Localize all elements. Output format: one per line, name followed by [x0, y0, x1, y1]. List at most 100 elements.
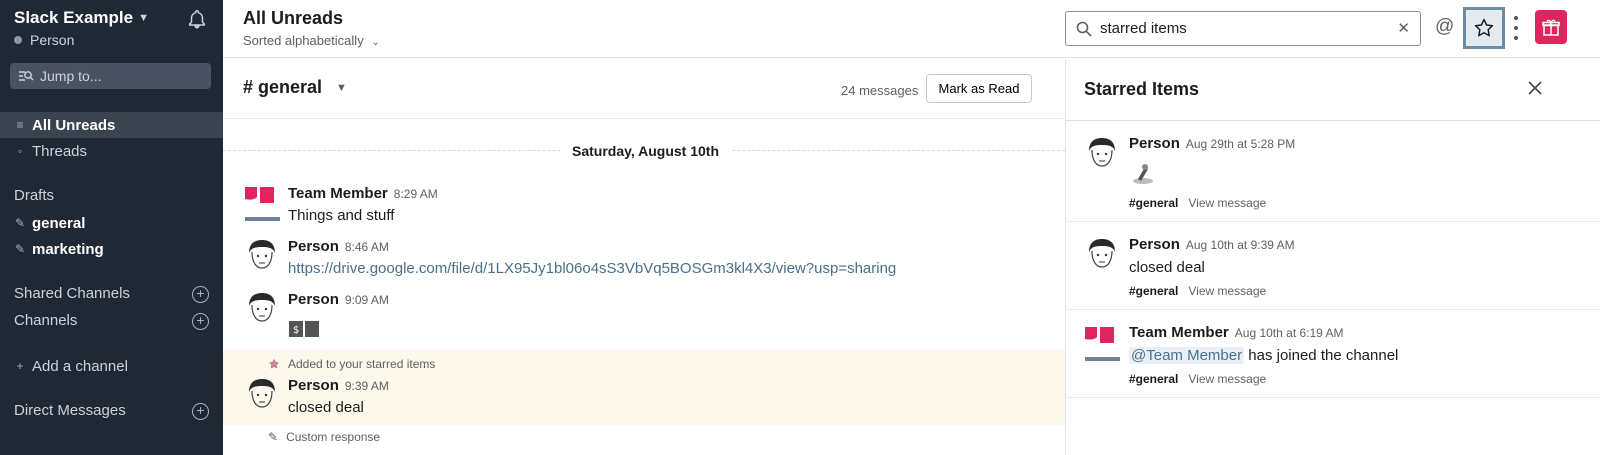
workspace-user[interactable]: Person — [14, 32, 74, 48]
view-message-link[interactable]: View message — [1188, 284, 1266, 298]
starred-meta: #general View message — [1129, 196, 1266, 210]
author-name: Person — [288, 377, 339, 394]
direct-messages-heading[interactable]: Direct Messages — [14, 402, 126, 419]
team-member-avatar — [1085, 327, 1120, 361]
starred-time[interactable]: Aug 29th at 5:28 PM — [1186, 137, 1295, 151]
sidebar-item-all-unreads[interactable]: ≡ All Unreads — [0, 112, 223, 138]
starred-pane-title: Starred Items — [1084, 79, 1200, 99]
close-icon[interactable] — [1524, 77, 1546, 99]
starred-time[interactable]: Aug 10th at 9:39 AM — [1186, 238, 1295, 252]
add-shared-channel-icon[interactable]: + — [192, 286, 209, 303]
gift-icon[interactable] — [1535, 10, 1567, 44]
microscope-emoji-icon — [1133, 164, 1153, 184]
more-options-icon[interactable] — [1513, 16, 1519, 40]
add-dm-icon[interactable]: + — [192, 403, 209, 420]
clear-search-icon[interactable]: ✕ — [1397, 19, 1410, 37]
view-message-link[interactable]: View message — [1188, 372, 1266, 386]
workspace-user-label: Person — [30, 32, 75, 48]
message-author[interactable]: Team Member 8:29 AM — [288, 185, 438, 202]
pencil-icon: ✎ — [14, 242, 26, 256]
add-channel-button[interactable]: + Add a channel — [0, 353, 223, 379]
mark-as-read-button[interactable]: Mark as Read — [926, 74, 1032, 103]
channel-name: # general — [243, 77, 323, 97]
starred-items-button[interactable] — [1463, 7, 1505, 49]
drafts-heading[interactable]: Drafts — [14, 187, 54, 204]
message-author[interactable]: Person 9:09 AM — [288, 291, 389, 308]
workspace-name[interactable]: Slack Example ▼ — [14, 8, 149, 28]
person-avatar — [1089, 138, 1115, 167]
add-channel-plus-icon[interactable]: + — [192, 313, 209, 330]
starred-author[interactable]: Person Aug 10th at 9:39 AM — [1129, 236, 1295, 253]
page-title: All Unreads — [243, 8, 344, 28]
starred-item[interactable]: Team Member Aug 10th at 6:19 AM @Team Mem… — [1066, 310, 1600, 398]
chevron-down-icon: ⌄ — [371, 37, 380, 48]
message-link[interactable]: https://drive.google.com/file/d/1LX95Jy1… — [288, 260, 896, 277]
starred-time[interactable]: Aug 10th at 6:19 AM — [1235, 326, 1344, 340]
pencil-icon: ✎ — [14, 216, 26, 230]
starred-note-label: Added to your starred items — [288, 357, 436, 371]
svg-text:$: $ — [293, 325, 299, 336]
message-author[interactable]: Person 9:39 AM — [288, 377, 389, 394]
custom-response-label: Custom response — [286, 430, 381, 444]
sidebar-item-label: Threads — [32, 142, 88, 160]
search-input[interactable]: starred items ✕ — [1065, 11, 1421, 46]
author-name: Person — [1129, 135, 1180, 152]
channels-heading[interactable]: Channels — [14, 312, 77, 329]
chevron-down-icon: ▼ — [138, 12, 149, 24]
add-channel-label: Add a channel — [32, 357, 128, 375]
message-count: 24 messages — [841, 83, 919, 98]
jump-to-button[interactable]: Jump to... — [10, 63, 211, 89]
view-message-link[interactable]: View message — [1188, 196, 1266, 210]
sidebar-item-draft-general[interactable]: ✎ general — [0, 210, 223, 236]
sidebar-item-label: marketing — [32, 240, 104, 258]
message-time[interactable]: 9:09 AM — [345, 293, 389, 307]
caret-down-icon: ▼ — [336, 81, 347, 94]
message-time[interactable]: 9:39 AM — [345, 379, 389, 393]
starred-channel-link[interactable]: #general — [1129, 284, 1178, 298]
author-name: Team Member — [288, 185, 388, 202]
sidebar-item-threads[interactable]: ◦ Threads — [0, 138, 223, 164]
starred-channel-link[interactable]: #general — [1129, 196, 1178, 210]
workspace-name-label: Slack Example — [14, 8, 134, 27]
starred-item[interactable]: Person Aug 29th at 5:28 PM #general View … — [1066, 121, 1600, 222]
author-name: Team Member — [1129, 324, 1229, 341]
user-mention[interactable]: @Team Member — [1129, 347, 1245, 364]
message-text: Things and stuff — [288, 207, 395, 224]
star-filled-icon — [268, 358, 280, 369]
starred-meta: #general View message — [1129, 284, 1266, 298]
sidebar-item-draft-marketing[interactable]: ✎ marketing — [0, 236, 223, 262]
sort-label: Sorted alphabetically — [243, 33, 364, 48]
team-member-avatar — [245, 187, 280, 221]
author-name: Person — [1129, 236, 1180, 253]
author-name: Person — [288, 238, 339, 255]
bell-icon[interactable] — [186, 8, 208, 30]
plus-icon: + — [16, 359, 24, 373]
starred-items-pane: Starred Items Person Aug 29th at 5:28 PM … — [1065, 59, 1600, 455]
starred-channel-link[interactable]: #general — [1129, 372, 1178, 386]
message-author[interactable]: Person 8:46 AM — [288, 238, 389, 255]
person-avatar — [249, 240, 275, 269]
channel-header: # general ▼ 24 messages Mark as Read — [223, 59, 1065, 119]
channel-name-button[interactable]: # general ▼ — [243, 77, 347, 98]
person-avatar — [1089, 239, 1115, 268]
sidebar: Slack Example ▼ Person Jump to... ≡ All … — [0, 0, 223, 455]
message-time[interactable]: 8:29 AM — [394, 187, 438, 201]
star-icon — [1474, 18, 1494, 37]
starred-meta: #general View message — [1129, 372, 1266, 386]
starred-item[interactable]: Person Aug 10th at 9:39 AM closed deal #g… — [1066, 222, 1600, 310]
starred-text: closed deal — [1129, 259, 1205, 276]
starred-author[interactable]: Person Aug 29th at 5:28 PM — [1129, 135, 1295, 152]
starred-text-rest: has joined the channel — [1248, 347, 1399, 364]
shared-channels-heading[interactable]: Shared Channels — [14, 285, 130, 302]
mentions-icon[interactable]: @ — [1435, 16, 1454, 38]
presence-icon — [14, 36, 22, 44]
search-icon — [1076, 21, 1092, 37]
message-time[interactable]: 8:46 AM — [345, 240, 389, 254]
pencil-icon: ✎ — [268, 430, 279, 444]
date-divider: Saturday, August 10th — [560, 143, 732, 159]
sort-dropdown[interactable]: Sorted alphabetically ⌄ — [243, 33, 380, 48]
sidebar-item-label: All Unreads — [32, 116, 116, 134]
author-name: Person — [288, 291, 339, 308]
starred-author[interactable]: Team Member Aug 10th at 6:19 AM — [1129, 324, 1344, 341]
jump-search-icon — [19, 71, 34, 81]
